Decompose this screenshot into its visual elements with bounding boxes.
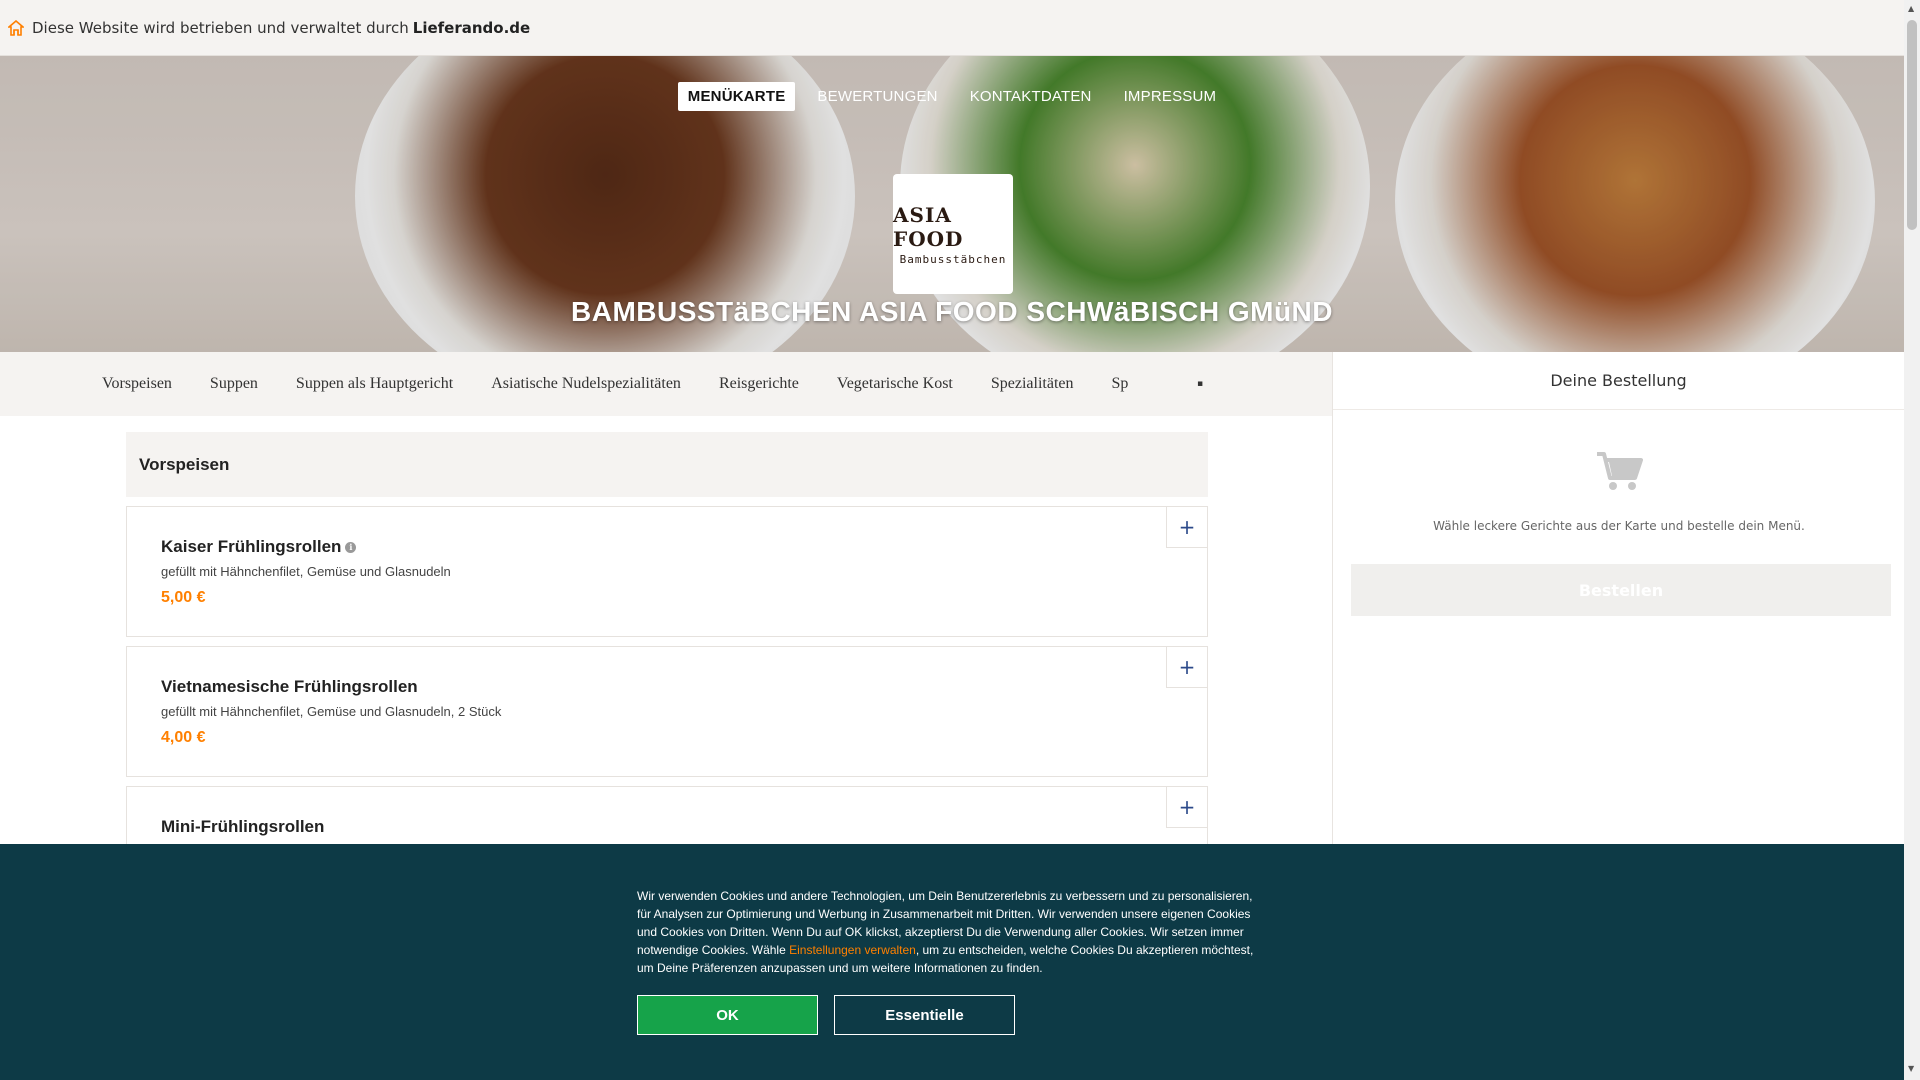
restaurant-logo: ASIA FOOD Bambusstäbchen [893,174,1013,294]
category-spezialitaeten[interactable]: Spezialitäten [991,375,1074,393]
add-to-cart-button[interactable]: + [1166,647,1207,688]
sidebar-title: Deine Bestellung [1550,371,1687,390]
category-suppen-hauptgericht[interactable]: Suppen als Hauptgericht [296,375,453,393]
scrollbar-thumb[interactable] [1907,20,1917,230]
home-icon [8,19,24,36]
dish-price: 4,00 € [161,729,206,746]
dish-description: gefüllt mit Hähnchenfilet, Gemüse und Gl… [161,704,502,719]
add-to-cart-button[interactable]: + [1166,507,1207,548]
cookie-essential-button[interactable]: Essentielle [834,995,1015,1035]
cookie-settings-link[interactable]: Einstellungen verwalten [789,943,916,957]
more-categories-icon[interactable]: ▪ [1195,374,1205,394]
cookie-ok-button[interactable]: OK [637,995,818,1035]
category-vorspeisen[interactable]: Vorspeisen [102,375,172,393]
restaurant-title: BAMBUSSTäBCHEN ASIA FOOD SCHWäBISCH GMüN… [571,296,1333,327]
nav-bewertungen[interactable]: BEWERTUNGEN [807,82,947,111]
notice-text: Diese Website wird betrieben und verwalt… [32,18,409,37]
cart-icon [1595,450,1643,496]
logo-main-text: ASIA FOOD [893,202,964,251]
dish-card[interactable]: Vietnamesische Frühlingsrollen gefüllt m… [126,646,1208,777]
nav-menukarte[interactable]: MENÜKARTE [677,82,796,111]
category-nudelspezialitaeten[interactable]: Asiatische Nudelspezialitäten [491,375,681,393]
section-title: Vorspeisen [139,454,230,474]
dish-name: Kaiser Frühlingsrollen [161,537,342,556]
add-to-cart-button[interactable]: + [1166,787,1207,828]
hero-banner: MENÜKARTE BEWERTUNGEN KONTAKTDATEN IMPRE… [0,56,1904,352]
category-list: Vorspeisen Suppen Suppen als Hauptgerich… [102,375,1170,393]
dish-price: 5,00 € [161,589,206,606]
site-notice-bar: Diese Website wird betrieben und verwalt… [0,0,1904,56]
logo-sub-text: Bambusstäbchen [899,252,1007,266]
order-button[interactable]: Bestellen [1351,564,1891,616]
dish-name: Mini-Frühlingsrollen [161,817,325,836]
dish-card[interactable]: Kaiser Frühlingsrollen i gefüllt mit Hähn… [126,506,1208,637]
sidebar-header: Deine Bestellung [1333,352,1904,410]
nav-impressum[interactable]: IMPRESSUM [1114,82,1227,111]
category-vegetarische-kost[interactable]: Vegetarische Kost [837,375,953,393]
section-header: Vorspeisen [126,432,1208,497]
category-suppen[interactable]: Suppen [210,375,258,393]
category-bar: Vorspeisen Suppen Suppen als Hauptgerich… [0,352,1332,416]
empty-cart-hint: Wähle leckere Gerichte aus der Karte und… [1433,519,1805,533]
info-icon[interactable]: i [345,542,357,554]
page-scrollbar[interactable]: ▲ ▼ [1904,0,1920,1080]
nav-kontaktdaten[interactable]: KONTAKTDATEN [960,82,1102,111]
dish-name-wrapper: Kaiser Frühlingsrollen i [161,537,357,557]
dish-description: gefüllt mit Hähnchenfilet, Gemüse und Gl… [161,564,451,579]
notice-brand-link[interactable]: Lieferando.de [413,19,530,37]
scroll-down-icon[interactable]: ▼ [1908,1064,1914,1073]
category-reisgerichte[interactable]: Reisgerichte [719,375,799,393]
category-truncated[interactable]: Sp [1112,375,1129,393]
cookie-text: Wir verwenden Cookies und andere Technol… [637,887,1267,977]
main-navigation: MENÜKARTE BEWERTUNGEN KONTAKTDATEN IMPRE… [0,82,1904,111]
dish-name: Vietnamesische Frühlingsrollen [161,677,418,696]
cookie-banner: Wir verwenden Cookies und andere Technol… [0,844,1904,1080]
scroll-up-icon[interactable]: ▲ [1908,4,1914,13]
